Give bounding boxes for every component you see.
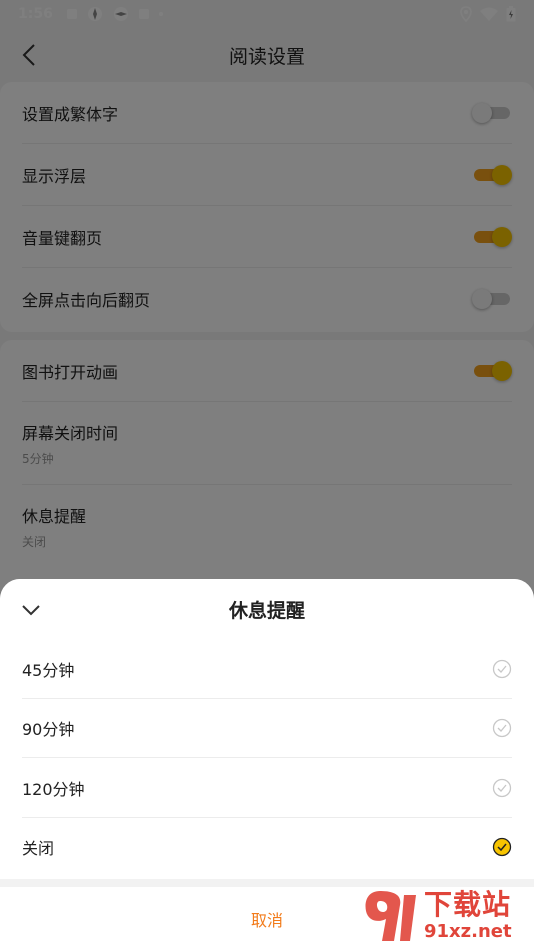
unchecked-circle-icon xyxy=(492,778,512,797)
option-120-minutes[interactable]: 120分钟 xyxy=(0,758,534,818)
option-label: 关闭 xyxy=(22,839,55,859)
site-watermark: 下载站 91xz.net xyxy=(360,884,532,948)
cancel-label: 取消 xyxy=(250,910,283,930)
unchecked-circle-icon xyxy=(492,659,512,678)
collapse-sheet-button[interactable] xyxy=(14,593,48,627)
watermark-logo-icon xyxy=(365,891,416,941)
watermark-brand: 下载站 xyxy=(424,888,512,921)
unchecked-circle-icon xyxy=(492,719,512,738)
option-label: 90分钟 xyxy=(22,720,75,740)
sheet-title: 休息提醒 xyxy=(228,599,305,622)
watermark-text: 下载站 91xz.net xyxy=(424,889,512,943)
chevron-down-icon xyxy=(22,605,40,616)
watermark-domain: 91xz.net xyxy=(424,921,512,942)
sheet-header: 休息提醒 xyxy=(0,579,534,639)
option-label: 120分钟 xyxy=(22,779,85,799)
option-off[interactable]: 关闭 xyxy=(0,818,534,878)
checked-circle-icon xyxy=(492,838,512,857)
sheet-body: 休息提醒 45分钟 90分钟 120分钟 关闭 xyxy=(0,579,534,879)
option-45-minutes[interactable]: 45分钟 xyxy=(0,639,534,699)
option-label: 45分钟 xyxy=(22,660,75,680)
option-90-minutes[interactable]: 90分钟 xyxy=(0,699,534,759)
